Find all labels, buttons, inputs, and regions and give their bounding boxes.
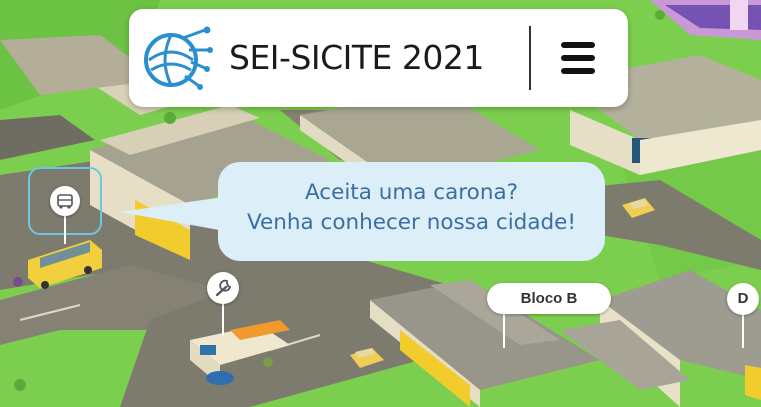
hamburger-menu-icon[interactable]: [559, 39, 599, 77]
pin-stem: [503, 312, 505, 348]
speech-bubble-text: Aceita uma carona? Venha conhecer nossa …: [218, 178, 605, 238]
circuit-globe-logo: [144, 26, 213, 90]
bubble-line-2: Venha conhecer nossa cidade!: [246, 210, 576, 235]
map-label-d[interactable]: D: [727, 283, 759, 315]
bus-icon[interactable]: [50, 186, 80, 216]
pin-stem: [222, 302, 224, 336]
app-title: SEI-SICITE 2021: [229, 38, 484, 77]
map-label-bloco-b[interactable]: Bloco B: [487, 283, 611, 314]
wrench-icon[interactable]: [207, 272, 239, 304]
header-divider: [529, 26, 531, 90]
bubble-line-1: Aceita uma carona?: [304, 180, 519, 205]
pin-stem: [64, 216, 66, 244]
pin-stem: [742, 312, 744, 348]
header-bar: SEI-SICITE 2021: [129, 9, 628, 107]
